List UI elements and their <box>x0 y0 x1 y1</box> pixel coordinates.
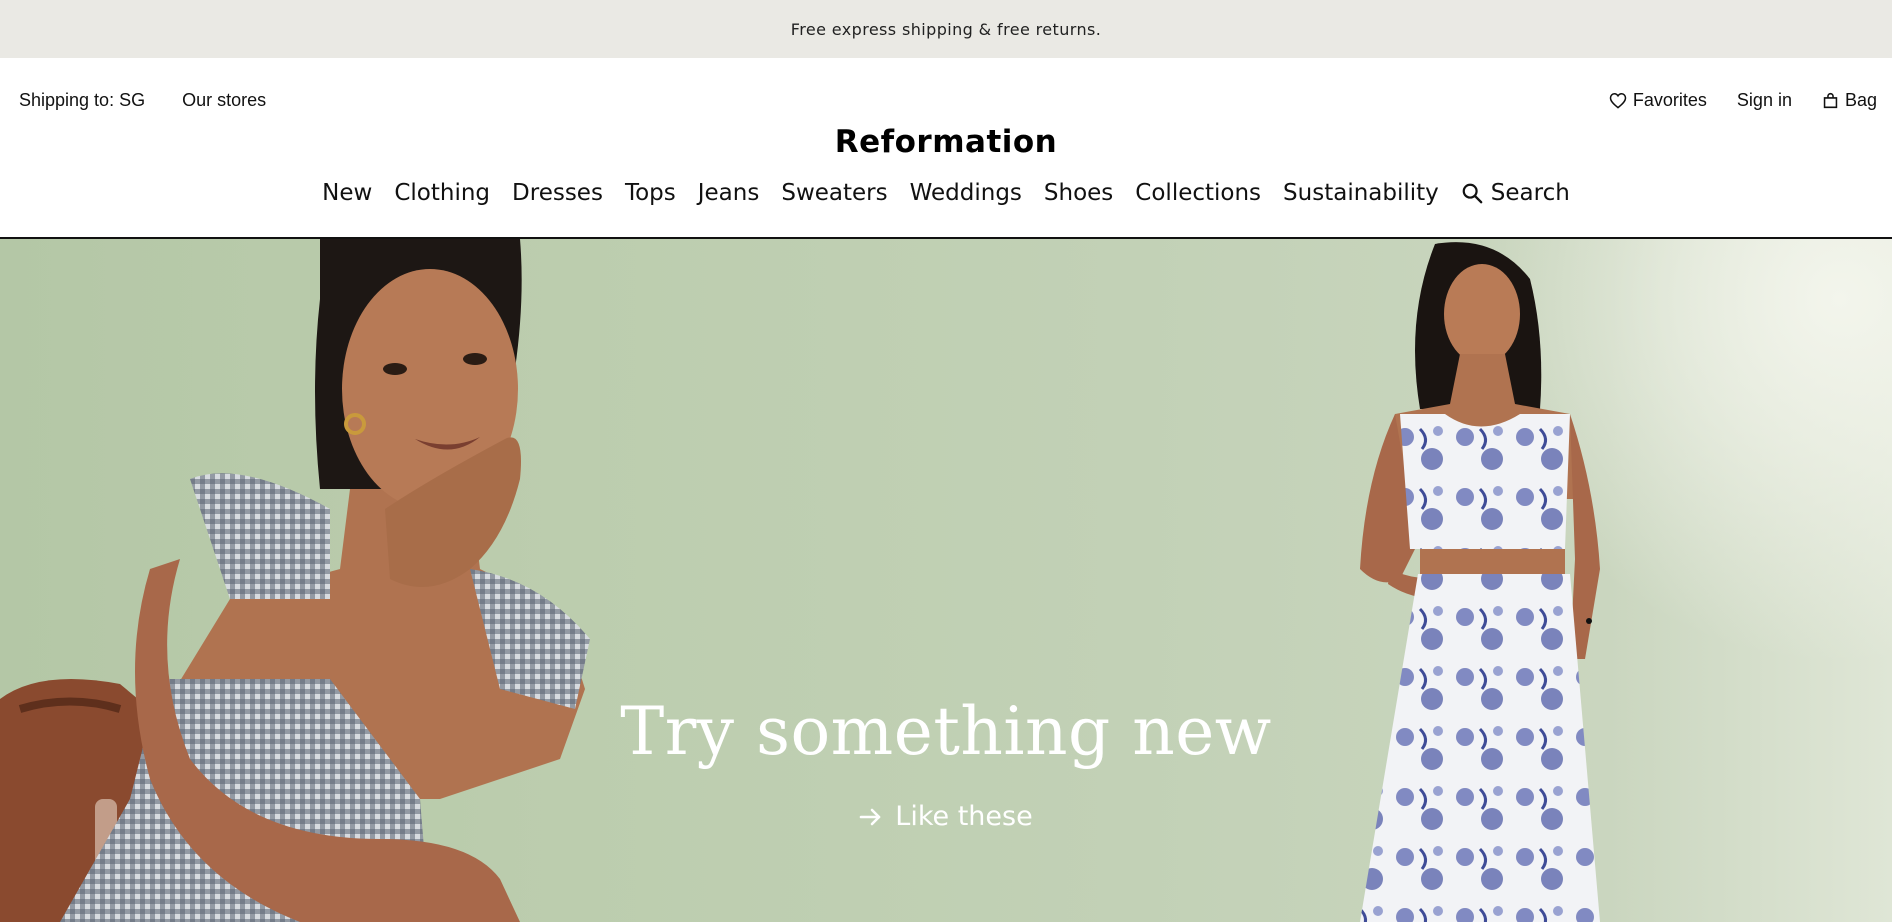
favorites-label: Favorites <box>1632 90 1707 110</box>
nav-item-dresses[interactable]: Dresses <box>501 180 614 206</box>
nav-item-clothing[interactable]: Clothing <box>383 180 501 206</box>
utility-nav-left: Shipping to: SG Our stores <box>19 90 266 111</box>
nav-item-new[interactable]: New <box>311 180 383 206</box>
hero-copy: Try something new Like these <box>0 693 1892 833</box>
brand-logo[interactable]: Reformation <box>0 124 1892 160</box>
decorative-dot <box>1586 618 1592 624</box>
heart-icon <box>1609 92 1627 109</box>
site-header: Shipping to: SG Our stores Favorites Sig… <box>0 58 1892 239</box>
our-stores-link[interactable]: Our stores <box>182 90 266 111</box>
utility-nav-right: Favorites Sign in Bag <box>1609 90 1877 111</box>
nav-item-collections[interactable]: Collections <box>1124 180 1272 206</box>
nav-item-jeans[interactable]: Jeans <box>687 180 771 206</box>
announcement-text: Free express shipping & free returns. <box>790 19 1102 39</box>
main-navigation: New Clothing Dresses Tops Jeans Sweaters… <box>0 180 1892 206</box>
search-button[interactable]: Search <box>1450 180 1581 206</box>
announcement-bar: Free express shipping & free returns. <box>0 0 1892 58</box>
hero-cta-label: Like these <box>895 801 1033 832</box>
search-icon <box>1462 183 1483 204</box>
hero-cta-link[interactable]: Like these <box>859 801 1033 832</box>
shipping-location-link[interactable]: Shipping to: SG <box>19 90 145 111</box>
favorites-link[interactable]: Favorites <box>1609 90 1707 111</box>
arrow-right-icon <box>859 808 881 825</box>
search-label: Search <box>1490 180 1570 206</box>
hero-title: Try something new <box>620 693 1272 770</box>
nav-item-weddings[interactable]: Weddings <box>899 180 1033 206</box>
sign-in-link[interactable]: Sign in <box>1737 90 1792 111</box>
bag-link[interactable]: Bag <box>1822 90 1877 111</box>
bag-icon <box>1823 92 1838 109</box>
nav-item-tops[interactable]: Tops <box>614 180 687 206</box>
nav-item-shoes[interactable]: Shoes <box>1033 180 1124 206</box>
nav-item-sweaters[interactable]: Sweaters <box>770 180 898 206</box>
nav-item-sustainability[interactable]: Sustainability <box>1272 180 1450 206</box>
bag-label: Bag <box>1844 90 1877 110</box>
hero-banner[interactable]: Try something new Like these <box>0 239 1892 922</box>
